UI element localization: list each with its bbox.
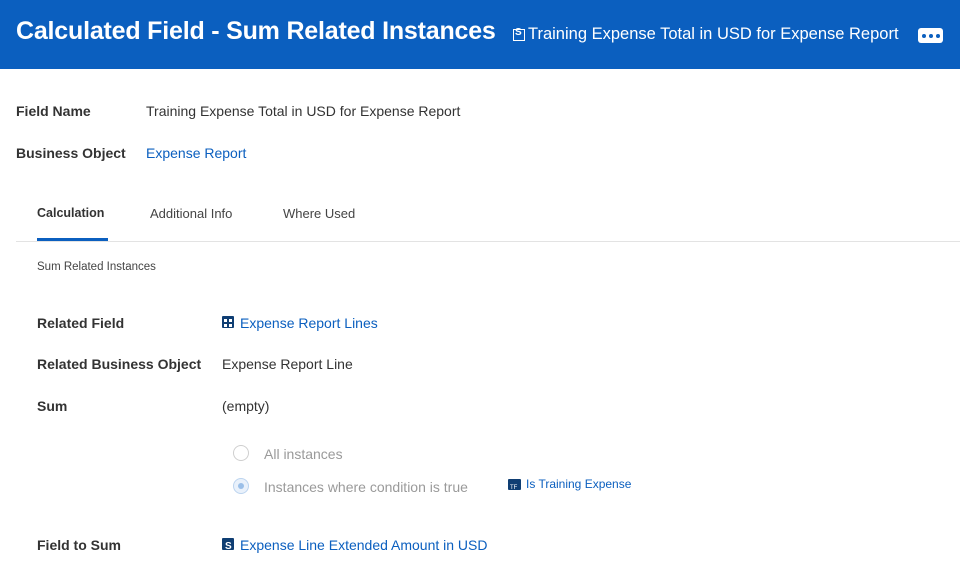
page-title: Calculated Field - Sum Related Instances: [16, 17, 496, 45]
field-to-sum-link[interactable]: Expense Line Extended Amount in USD: [240, 537, 488, 553]
header-field-label: Training Expense Total in USD for Expens…: [528, 25, 899, 43]
field-name-label: Field Name: [16, 103, 91, 119]
field-to-sum-label: Field to Sum: [37, 537, 121, 553]
related-field-link[interactable]: Expense Report Lines: [240, 315, 378, 331]
more-actions-button[interactable]: [918, 28, 943, 43]
tab-calculation[interactable]: Calculation: [37, 206, 104, 220]
related-field-label: Related Field: [37, 315, 125, 331]
radio-instances-condition-label: Instances where condition is true: [264, 479, 468, 495]
tab-divider: [16, 241, 960, 242]
section-title: Sum Related Instances: [37, 261, 156, 273]
radio-instances-condition[interactable]: [233, 478, 249, 494]
field-s-icon: [513, 27, 525, 41]
field-s-icon: S: [222, 538, 234, 552]
field-name-value: Training Expense Total in USD for Expens…: [146, 103, 461, 119]
svg-text:S: S: [225, 541, 232, 551]
radio-all-instances-label: All instances: [264, 446, 343, 462]
sum-label: Sum: [37, 398, 68, 414]
tab-where-used[interactable]: Where Used: [283, 206, 355, 221]
condition-link[interactable]: Is Training Expense: [526, 477, 631, 491]
tab-additional-info[interactable]: Additional Info: [150, 206, 232, 221]
boolean-field-icon: TF: [508, 479, 521, 491]
header-field-link[interactable]: Training Expense Total in USD for Expens…: [513, 25, 899, 44]
more-icon: [921, 33, 926, 38]
related-business-object-value: Expense Report Line: [222, 356, 353, 372]
business-object-label: Business Object: [16, 145, 126, 161]
radio-all-instances[interactable]: [233, 445, 249, 461]
svg-text:TF: TF: [510, 485, 518, 491]
business-object-link[interactable]: Expense Report: [146, 145, 246, 161]
page-header: Calculated Field - Sum Related Instances…: [0, 0, 960, 69]
related-business-object-label: Related Business Object: [37, 356, 202, 372]
multi-instance-icon: [222, 316, 234, 328]
sum-value: (empty): [222, 398, 270, 414]
